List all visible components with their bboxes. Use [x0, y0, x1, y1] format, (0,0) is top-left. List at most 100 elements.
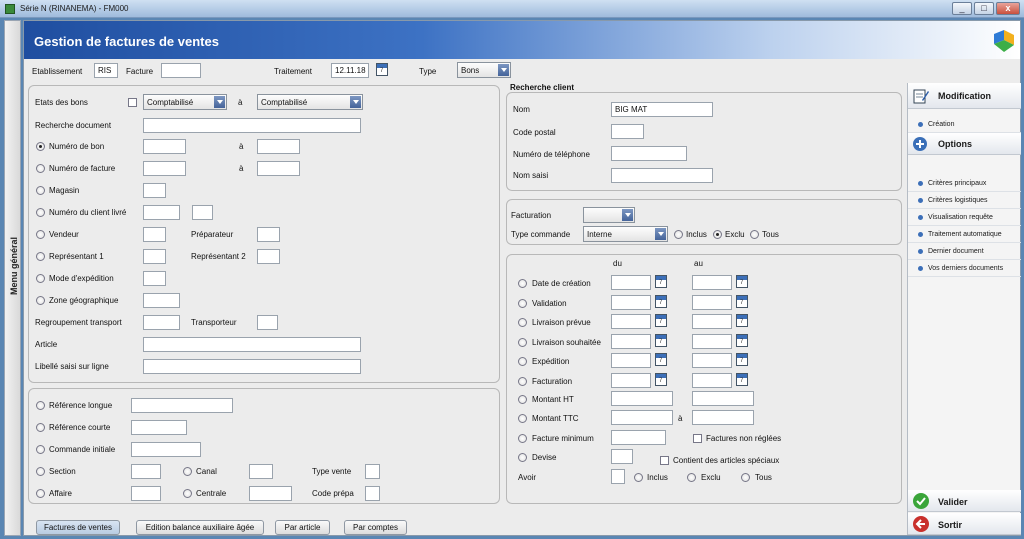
- section-input[interactable]: [131, 464, 161, 479]
- numero-facture-from-input[interactable]: [143, 161, 186, 176]
- affaire-input[interactable]: [131, 486, 161, 501]
- tab-edition-balance[interactable]: Edition balance auxiliaire âgée: [136, 520, 264, 535]
- date-row-radio[interactable]: [518, 377, 527, 386]
- facturation-select[interactable]: [583, 207, 635, 223]
- affaire-radio[interactable]: [36, 489, 45, 498]
- valider-button[interactable]: Valider: [908, 490, 1021, 512]
- date-from-input[interactable]: [611, 314, 651, 330]
- etats-to-select[interactable]: Comptabilisé: [257, 94, 363, 110]
- numero-bon-from-input[interactable]: [143, 139, 186, 154]
- representant2-input[interactable]: [257, 249, 280, 264]
- avoir-exclu-radio[interactable]: [687, 473, 696, 482]
- options-header[interactable]: Options: [908, 133, 1021, 155]
- etablissement-input[interactable]: RIS: [94, 63, 118, 78]
- tab-factures-ventes[interactable]: Factures de ventes: [36, 520, 120, 535]
- nav-item-option[interactable]: Visualisation requête: [908, 209, 1021, 226]
- preparateur-input[interactable]: [257, 227, 280, 242]
- representant1-radio[interactable]: [36, 252, 45, 261]
- general-menu-rail[interactable]: Menu général: [4, 20, 21, 536]
- calendar-icon[interactable]: [655, 294, 667, 308]
- nom-saisi-input[interactable]: [611, 168, 713, 183]
- tab-par-comptes[interactable]: Par comptes: [344, 520, 407, 535]
- client-livre-radio[interactable]: [36, 208, 45, 217]
- devise-radio[interactable]: [518, 453, 527, 462]
- etats-bons-checkbox[interactable]: [128, 98, 137, 107]
- transporteur-input[interactable]: [257, 315, 278, 330]
- nom-input[interactable]: BIG MAT: [611, 102, 713, 117]
- date-row-radio[interactable]: [518, 357, 527, 367]
- date-to-input[interactable]: [692, 373, 732, 388]
- maximize-button[interactable]: □: [974, 2, 994, 15]
- calendar-icon[interactable]: [655, 333, 667, 347]
- traitement-date-input[interactable]: 12.11.18: [331, 63, 369, 78]
- centrale-input[interactable]: [249, 486, 292, 501]
- vendeur-radio[interactable]: [36, 230, 45, 239]
- libelle-input[interactable]: [143, 359, 361, 374]
- calendar-icon[interactable]: [376, 63, 388, 76]
- commande-initiale-input[interactable]: [131, 442, 201, 457]
- nav-item-option[interactable]: Dernier document: [908, 243, 1021, 260]
- section-radio[interactable]: [36, 467, 45, 476]
- numero-bon-to-input[interactable]: [257, 139, 300, 154]
- date-to-input[interactable]: [692, 333, 732, 349]
- date-from-input[interactable]: [611, 333, 651, 349]
- ref-longue-input[interactable]: [131, 398, 233, 413]
- montant-ttc-radio[interactable]: [518, 414, 527, 423]
- date-from-input[interactable]: [611, 353, 651, 369]
- date-from-input[interactable]: [611, 275, 651, 290]
- client-livre-suffix-input[interactable]: [192, 205, 213, 220]
- calendar-icon[interactable]: [736, 353, 748, 367]
- calendar-icon[interactable]: [736, 314, 748, 328]
- zone-geo-radio[interactable]: [36, 296, 45, 305]
- date-to-input[interactable]: [692, 275, 732, 290]
- facture-minimum-input[interactable]: [611, 430, 666, 445]
- vendeur-input[interactable]: [143, 227, 166, 242]
- facture-minimum-radio[interactable]: [518, 434, 527, 443]
- calendar-icon[interactable]: [655, 314, 667, 328]
- telephone-input[interactable]: [611, 146, 687, 161]
- calendar-icon[interactable]: [736, 294, 748, 308]
- ref-courte-input[interactable]: [131, 420, 187, 435]
- client-livre-input[interactable]: [143, 205, 180, 220]
- magasin-input[interactable]: [143, 183, 166, 198]
- mode-expedition-input[interactable]: [143, 271, 166, 286]
- date-row-radio[interactable]: [518, 279, 527, 288]
- nav-item-option[interactable]: Critères logistiques: [908, 192, 1021, 209]
- avoir-tous-radio[interactable]: [741, 473, 750, 482]
- articles-speciaux-checkbox[interactable]: [660, 456, 669, 465]
- recherche-document-input[interactable]: [143, 118, 361, 133]
- type-vente-input[interactable]: [365, 464, 380, 479]
- sortir-button[interactable]: Sortir: [908, 513, 1021, 535]
- numero-bon-radio[interactable]: [36, 142, 45, 151]
- calendar-icon[interactable]: [655, 353, 667, 367]
- minimize-button[interactable]: _: [952, 2, 972, 15]
- code-postal-input[interactable]: [611, 124, 644, 139]
- centrale-radio[interactable]: [183, 489, 192, 498]
- ref-longue-radio[interactable]: [36, 401, 45, 410]
- montant-ttc-to-input[interactable]: [692, 410, 754, 425]
- canal-radio[interactable]: [183, 467, 192, 476]
- calendar-icon[interactable]: [736, 373, 748, 386]
- date-from-input[interactable]: [611, 373, 651, 388]
- tab-par-article[interactable]: Par article: [275, 520, 330, 535]
- montant-ht-to-input[interactable]: [692, 391, 754, 406]
- numero-facture-to-input[interactable]: [257, 161, 300, 176]
- nav-item-option[interactable]: Traitement automatique: [908, 226, 1021, 243]
- representant1-input[interactable]: [143, 249, 166, 264]
- date-from-input[interactable]: [611, 294, 651, 310]
- nav-item-option[interactable]: Vos derniers documents: [908, 260, 1021, 277]
- commande-initiale-radio[interactable]: [36, 445, 45, 454]
- montant-ttc-from-input[interactable]: [611, 410, 673, 425]
- montant-ht-from-input[interactable]: [611, 391, 673, 406]
- facture-input[interactable]: [161, 63, 201, 78]
- regroupement-input[interactable]: [143, 315, 180, 330]
- canal-input[interactable]: [249, 464, 273, 479]
- avoir-input[interactable]: [611, 469, 625, 484]
- date-to-input[interactable]: [692, 314, 732, 330]
- factures-non-reglees-checkbox[interactable]: [693, 434, 702, 443]
- zone-geo-input[interactable]: [143, 293, 180, 308]
- modification-header[interactable]: Modification: [908, 83, 1021, 109]
- exclu-radio[interactable]: [713, 230, 722, 239]
- calendar-icon[interactable]: [655, 373, 667, 386]
- calendar-icon[interactable]: [736, 333, 748, 347]
